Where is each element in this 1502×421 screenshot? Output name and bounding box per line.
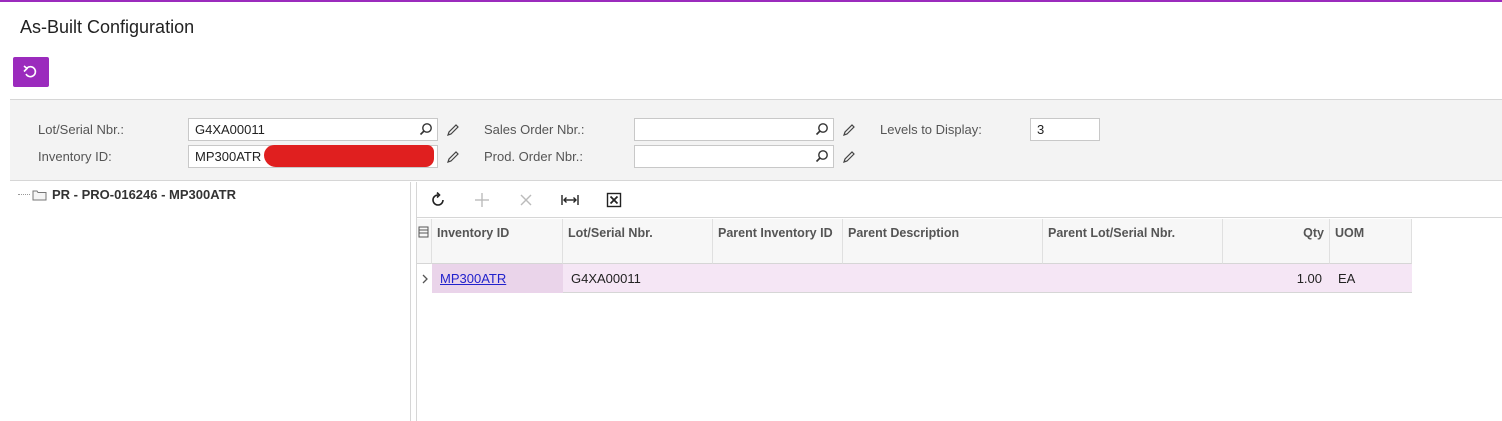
column-header-parent-lot-serial[interactable]: Parent Lot/Serial Nbr. xyxy=(1043,219,1223,264)
column-header-uom[interactable]: UOM xyxy=(1330,219,1412,264)
cell-qty: 1.00 xyxy=(1296,271,1322,286)
cell-inventory-id[interactable]: MP300ATR xyxy=(432,264,563,293)
column-header-parent-inventory-id[interactable]: Parent Inventory ID xyxy=(713,219,843,264)
row-selector-header[interactable] xyxy=(417,219,432,264)
search-icon[interactable] xyxy=(419,122,433,136)
delete-icon xyxy=(520,194,532,206)
lot-serial-label: Lot/Serial Nbr.: xyxy=(38,122,124,137)
folder-icon xyxy=(32,190,47,200)
export-excel-button[interactable] xyxy=(605,191,623,209)
edit-pencil-icon[interactable] xyxy=(842,150,856,164)
prod-order-label: Prod. Order Nbr.: xyxy=(484,149,583,164)
export-excel-icon xyxy=(606,192,622,208)
column-header-parent-description[interactable]: Parent Description xyxy=(843,219,1043,264)
levels-to-display-input[interactable]: 3 xyxy=(1030,118,1100,141)
tree-node[interactable]: PR - PRO-016246 - MP300ATR xyxy=(18,187,236,202)
delete-row-button[interactable] xyxy=(517,191,535,209)
sales-order-label: Sales Order Nbr.: xyxy=(484,122,585,137)
redaction-mark xyxy=(264,145,434,167)
levels-to-display-label: Levels to Display: xyxy=(880,122,982,137)
inventory-id-link[interactable]: MP300ATR xyxy=(440,271,506,286)
refresh-button[interactable] xyxy=(429,191,447,209)
search-icon[interactable] xyxy=(815,149,829,163)
fit-columns-icon xyxy=(561,195,579,205)
add-row-button[interactable] xyxy=(473,191,491,209)
row-expand-chevron-icon[interactable] xyxy=(417,264,432,293)
cell-uom: EA xyxy=(1338,271,1356,286)
cell-lot-serial: G4XA00011 xyxy=(571,271,641,286)
grid-panel: Inventory ID Lot/Serial Nbr. Parent Inve… xyxy=(416,182,1502,421)
cell-parent-inventory-id xyxy=(713,264,843,293)
edit-pencil-icon[interactable] xyxy=(842,123,856,137)
cell-parent-lot-serial xyxy=(1043,264,1223,293)
column-header-inventory-id[interactable]: Inventory ID xyxy=(432,219,563,264)
fit-columns-button[interactable] xyxy=(561,191,579,209)
undo-icon xyxy=(23,65,37,78)
prod-order-input[interactable] xyxy=(634,145,834,168)
edit-pencil-icon[interactable] xyxy=(446,123,460,137)
top-accent-bar xyxy=(0,0,1502,2)
tree-node-label: PR - PRO-016246 - MP300ATR xyxy=(52,187,236,202)
tree-panel: PR - PRO-016246 - MP300ATR xyxy=(10,182,411,421)
tree-connector xyxy=(18,194,30,195)
column-header-qty[interactable]: Qty xyxy=(1223,219,1330,264)
edit-pencil-icon[interactable] xyxy=(446,150,460,164)
search-icon[interactable] xyxy=(815,122,829,136)
page-title: As-Built Configuration xyxy=(20,17,195,37)
refresh-icon xyxy=(432,192,444,206)
cell-parent-description xyxy=(843,264,1043,293)
lot-serial-input[interactable]: G4XA00011 xyxy=(188,118,438,141)
add-icon xyxy=(475,193,489,207)
inventory-id-label: Inventory ID: xyxy=(38,149,112,164)
column-settings-icon xyxy=(418,226,429,238)
undo-button[interactable] xyxy=(13,57,49,87)
sales-order-input[interactable] xyxy=(634,118,834,141)
column-header-lot-serial[interactable]: Lot/Serial Nbr. xyxy=(563,219,713,264)
grid-toolbar xyxy=(417,182,1502,218)
